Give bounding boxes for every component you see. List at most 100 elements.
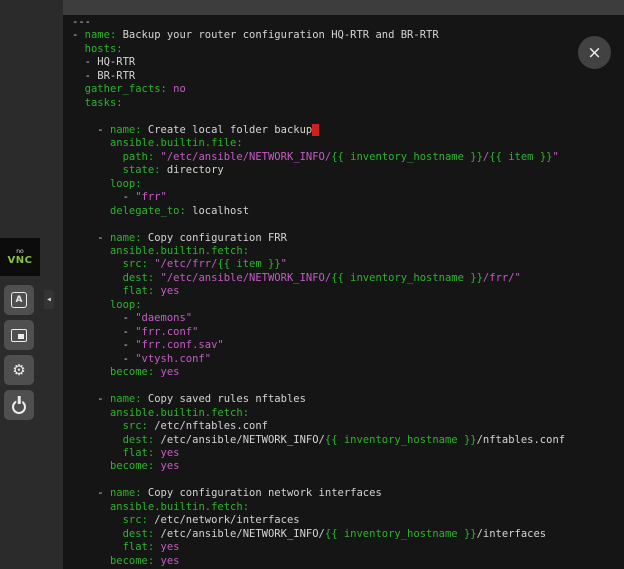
toolbar-collapse-handle[interactable]: ◀ <box>44 290 54 309</box>
code-segment: src: <box>123 258 148 270</box>
code-line: dest: /etc/ansible/NETWORK_INFO/{{ inven… <box>72 434 624 447</box>
code-segment <box>72 407 110 419</box>
letter-a-icon: A <box>11 292 27 308</box>
code-segment: dest: <box>123 434 155 446</box>
code-segment <box>72 137 110 149</box>
code-segment: /etc/network/interfaces <box>148 514 300 526</box>
desktop: { "colors": { "terminal_bg": "#151515", … <box>0 0 624 569</box>
code-segment: ansible.builtin.fetch: <box>110 501 249 513</box>
code-segment <box>72 83 85 95</box>
code-segment: flat: <box>123 447 155 459</box>
fullscreen-button[interactable] <box>4 320 34 350</box>
code-segment <box>72 528 123 540</box>
code-segment <box>72 258 123 270</box>
vnc-logo[interactable]: no VNC <box>0 238 40 276</box>
code-segment: {{ item }} <box>217 258 280 270</box>
code-segment: Copy configuration network interfaces <box>142 487 382 499</box>
close-button[interactable]: × <box>578 36 611 69</box>
code-line: flat: yes <box>72 285 624 298</box>
code-line <box>72 218 624 231</box>
code-segment <box>72 299 110 311</box>
code-segment: localhost <box>186 205 249 217</box>
code-segment: gather_facts: <box>85 83 167 95</box>
chevron-left-icon: ◀ <box>47 296 51 303</box>
code-segment: {{ inventory_hostname }} <box>331 151 483 163</box>
code-segment: - <box>72 191 135 203</box>
code-segment: state: <box>123 164 161 176</box>
code-area[interactable]: ---- name: Backup your router configurat… <box>72 16 624 569</box>
code-segment <box>72 501 110 513</box>
code-segment: " <box>552 151 558 163</box>
code-segment: "daemons" <box>135 312 192 324</box>
code-line: - BR-RTR <box>72 70 624 83</box>
code-segment: name: <box>110 232 142 244</box>
code-segment: dest: <box>123 272 155 284</box>
code-segment <box>72 460 110 472</box>
code-segment: flat: <box>123 285 155 297</box>
keyboard-button[interactable]: A <box>4 285 34 315</box>
code-segment: - BR-RTR <box>72 70 135 82</box>
code-line: - "frr.conf.sav" <box>72 339 624 352</box>
code-segment: flat: <box>123 541 155 553</box>
code-line: become: yes <box>72 460 624 473</box>
vnc-toolbar: no VNC ◀ A ⚙ <box>0 238 63 428</box>
code-segment <box>72 205 110 217</box>
code-segment: {{ inventory_hostname }} <box>325 528 477 540</box>
code-line: ansible.builtin.fetch: <box>72 501 624 514</box>
code-segment: ansible.builtin.fetch: <box>110 407 249 419</box>
code-segment: "/etc/frr/ <box>154 258 217 270</box>
code-line: - name: Copy saved rules nftables <box>72 393 624 406</box>
code-segment: /etc/ansible/NETWORK_INFO/ <box>154 528 325 540</box>
code-segment: yes <box>161 447 180 459</box>
settings-button[interactable]: ⚙ <box>4 355 34 385</box>
code-segment <box>72 555 110 567</box>
code-segment: src: <box>123 514 148 526</box>
code-segment: Create local folder backup <box>142 124 313 136</box>
code-line: loop: <box>72 299 624 312</box>
code-segment: - <box>72 487 110 499</box>
code-segment: name: <box>110 124 142 136</box>
code-segment: "frr.conf" <box>135 326 198 338</box>
code-line: delegate_to: localhost <box>72 205 624 218</box>
code-line: flat: yes <box>72 541 624 554</box>
code-segment: - <box>72 326 135 338</box>
code-segment: hosts: <box>85 43 123 55</box>
code-segment: - <box>72 312 135 324</box>
code-line: dest: "/etc/ansible/NETWORK_INFO/{{ inve… <box>72 272 624 285</box>
code-segment: "/etc/ansible/NETWORK_INFO/ <box>161 272 332 284</box>
code-segment: tasks: <box>85 97 123 109</box>
code-segment: directory <box>161 164 224 176</box>
code-line: loop: <box>72 178 624 191</box>
code-segment <box>72 272 123 284</box>
code-segment: {{ inventory_hostname }} <box>331 272 483 284</box>
code-line: ansible.builtin.fetch: <box>72 407 624 420</box>
code-segment <box>72 541 123 553</box>
code-segment <box>72 151 123 163</box>
code-line: tasks: <box>72 97 624 110</box>
code-segment: /frr/" <box>483 272 521 284</box>
code-segment: yes <box>161 541 180 553</box>
code-segment: name: <box>110 487 142 499</box>
code-line: src: "/etc/frr/{{ item }}" <box>72 258 624 271</box>
code-line: - name: Create local folder backup <box>72 124 624 137</box>
code-segment <box>72 434 123 446</box>
code-segment <box>72 447 123 459</box>
code-line: - name: Backup your router configuration… <box>72 29 624 42</box>
gear-icon: ⚙ <box>12 363 25 378</box>
nano-titlebar: GNU nano 7.2 /etc/ansible/b <box>63 0 624 15</box>
code-segment: "vtysh.conf" <box>135 353 211 365</box>
power-button[interactable] <box>4 390 34 420</box>
code-segment: --- <box>72 16 91 28</box>
power-icon <box>12 400 26 414</box>
code-line: ansible.builtin.file: <box>72 137 624 150</box>
code-segment: - <box>72 339 135 351</box>
code-line: gather_facts: no <box>72 83 624 96</box>
close-icon: × <box>587 43 601 63</box>
code-line: - name: Copy configuration network inter… <box>72 487 624 500</box>
code-line: - name: Copy configuration FRR <box>72 232 624 245</box>
code-segment: - <box>72 232 110 244</box>
vnc-logo-text: VNC <box>8 255 33 266</box>
code-segment: /nftables.conf <box>477 434 566 446</box>
code-line: - "frr.conf" <box>72 326 624 339</box>
code-segment: /interfaces <box>477 528 547 540</box>
